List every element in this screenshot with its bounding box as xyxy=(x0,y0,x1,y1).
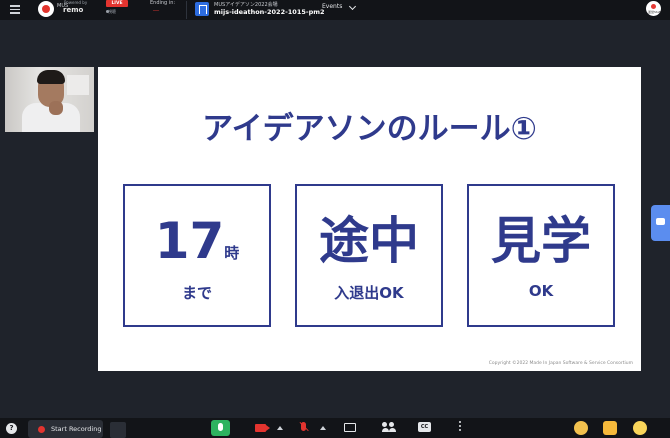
hamburger-icon[interactable] xyxy=(10,5,20,14)
rule-box-big-text: 見学 xyxy=(491,212,591,270)
rule-box-sub-text: まで xyxy=(181,284,212,302)
chat-icon xyxy=(656,218,665,225)
rule-box-observe: 見学 OK xyxy=(467,184,615,327)
rule-box-big-text: 途中 xyxy=(319,212,419,270)
presentation-slide: アイデアソンのルール① 17時 まで 途中 入退出OK 見学 OK Copyri… xyxy=(98,67,641,371)
ending-label: Ending in: xyxy=(150,0,176,6)
building-icon xyxy=(195,2,209,16)
bottom-toolbar: ? Start Recording CC xyxy=(0,418,670,438)
rule-box-big-text: 17時 xyxy=(125,211,269,283)
clap-reaction-icon[interactable] xyxy=(574,421,588,435)
live-viewers-label: 視聴 xyxy=(108,9,116,14)
live-badge: LIVE xyxy=(106,0,128,7)
webcam-window xyxy=(67,75,89,95)
slide-copyright: Copyright ©2022 Made In Japan Software &… xyxy=(488,361,633,366)
avatar-label: 運営Staff xyxy=(648,10,661,14)
brand-label: remo xyxy=(63,6,84,14)
captions-icon[interactable]: CC xyxy=(418,422,431,432)
chevron-down-icon[interactable] xyxy=(348,2,357,11)
top-bar: MUS Powered by remo LIVE 視聴 Ending in: ─… xyxy=(0,0,670,20)
powered-by-label: Powered by xyxy=(64,0,88,5)
avatar[interactable]: 運営Staff xyxy=(646,1,661,16)
mic-options-caret-icon[interactable] xyxy=(320,426,326,430)
org-logo xyxy=(38,1,54,17)
camera-options-caret-icon[interactable] xyxy=(277,426,283,430)
webcam-person-hair xyxy=(37,70,65,84)
rule-box-sub-text: OK xyxy=(528,282,554,300)
event-name-label: mijs-ideathon-2022-1015-pm2 xyxy=(214,8,325,16)
start-recording-button[interactable]: Start Recording xyxy=(28,420,103,438)
ending-value: ── xyxy=(153,8,160,14)
record-icon xyxy=(38,426,45,433)
slide-title: アイデアソンのルール① xyxy=(202,111,537,147)
thumbs-up-reaction-icon[interactable] xyxy=(603,421,617,435)
more-options-icon[interactable] xyxy=(459,421,462,434)
smile-reaction-icon[interactable] xyxy=(633,421,647,435)
webcam-tile[interactable] xyxy=(5,67,94,132)
chat-tab-button[interactable] xyxy=(651,205,670,241)
rule-box-entry: 途中 入退出OK xyxy=(295,184,443,327)
webcam-person-hand xyxy=(49,101,63,115)
share-screen-icon[interactable] xyxy=(344,423,356,432)
divider xyxy=(186,1,187,19)
people-icon[interactable] xyxy=(382,422,396,433)
start-recording-label: Start Recording xyxy=(51,425,102,433)
camera-off-icon[interactable] xyxy=(255,424,270,432)
events-dropdown[interactable]: Events xyxy=(322,3,342,10)
rule-box-time: 17時 まで xyxy=(123,184,271,327)
rule-box-number: 17 xyxy=(154,212,225,270)
help-icon[interactable]: ? xyxy=(6,423,17,434)
rule-box-sub-text: 入退出OK xyxy=(334,284,404,302)
panel-toggle-button[interactable] xyxy=(110,422,126,438)
audio-status-button[interactable] xyxy=(211,420,230,436)
mic-icon xyxy=(218,423,223,431)
event-org-label: MUSアイデアソン2022会場 xyxy=(214,2,278,8)
rule-box-unit: 時 xyxy=(224,244,240,262)
